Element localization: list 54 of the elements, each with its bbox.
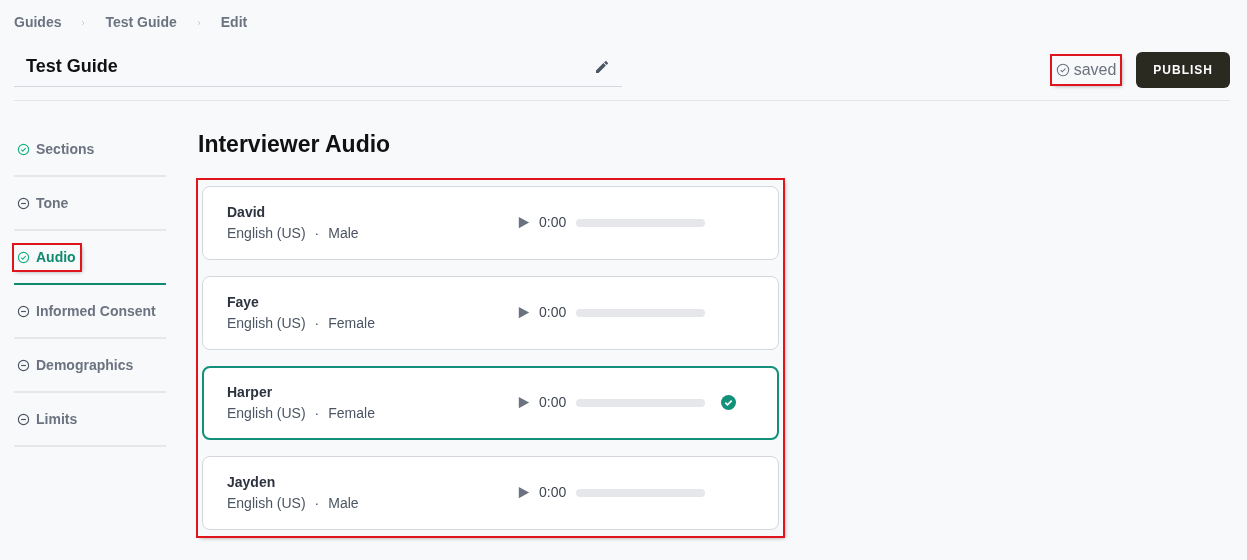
voice-language: English (US) xyxy=(227,403,306,423)
play-button[interactable] xyxy=(516,395,531,410)
guide-title: Test Guide xyxy=(26,55,118,78)
voice-card[interactable]: Harper English (US) · Female 0:00 xyxy=(202,365,779,440)
sidebar-tab[interactable]: Informed Consent xyxy=(14,298,160,324)
separator-dot: · xyxy=(314,313,320,333)
voice-gender: Male xyxy=(328,223,359,243)
check-circle-icon xyxy=(17,142,30,156)
voice-name: Harper xyxy=(227,382,274,402)
audio-time: 0:00 xyxy=(539,393,567,412)
audio-time: 0:00 xyxy=(539,483,567,502)
breadcrumb-link[interactable]: Guides xyxy=(14,12,62,33)
play-button[interactable] xyxy=(516,485,531,500)
save-status: saved xyxy=(1051,56,1121,84)
minus-circle-icon xyxy=(17,358,30,372)
voice-gender: Female xyxy=(328,403,375,423)
audio-time: 0:00 xyxy=(539,213,567,232)
breadcrumb-link[interactable]: Edit xyxy=(220,12,248,33)
voice-language: English (US) xyxy=(227,313,306,333)
minus-circle-icon xyxy=(17,412,30,426)
voice-language: English (US) xyxy=(227,493,306,513)
sidebar-tab[interactable]: Demographics xyxy=(14,352,138,378)
play-icon xyxy=(516,395,531,410)
sidebar-tab[interactable]: Sections xyxy=(14,136,99,162)
separator-dot: · xyxy=(314,223,320,243)
section-heading: Interviewer Audio xyxy=(198,130,392,159)
breadcrumb-link[interactable]: Test Guide xyxy=(105,12,177,33)
voice-name: Jayden xyxy=(227,472,277,492)
voice-gender: Female xyxy=(328,313,375,333)
voice-card[interactable]: Jayden English (US) · Male 0:00 xyxy=(202,455,779,530)
publish-button[interactable]: PUBLISH xyxy=(1136,52,1230,88)
check-circle-icon xyxy=(721,395,737,410)
voice-card[interactable]: Faye English (US) · Female 0:00 xyxy=(202,275,779,350)
play-button[interactable] xyxy=(516,215,531,230)
check-circle-icon xyxy=(1055,63,1070,77)
play-icon xyxy=(516,485,531,500)
play-icon xyxy=(516,305,531,320)
sidebar-tab[interactable]: Limits xyxy=(14,406,82,432)
play-button[interactable] xyxy=(516,305,531,320)
voice-card[interactable]: David English (US) · Male 0:00 xyxy=(202,185,779,260)
sidebar-tab[interactable]: Tone xyxy=(14,190,73,216)
separator-dot: · xyxy=(314,493,320,513)
sidebar-tab[interactable]: Audio xyxy=(14,244,80,270)
separator-dot: · xyxy=(314,403,320,423)
pencil-icon xyxy=(594,58,610,75)
minus-circle-icon xyxy=(17,304,30,318)
play-icon xyxy=(516,215,531,230)
minus-circle-icon xyxy=(17,196,30,210)
voice-name: David xyxy=(227,202,267,222)
voice-gender: Male xyxy=(328,493,359,513)
voice-name: Faye xyxy=(227,292,260,312)
audio-time: 0:00 xyxy=(539,303,567,322)
check-circle-icon xyxy=(17,250,30,264)
voice-language: English (US) xyxy=(227,223,306,243)
